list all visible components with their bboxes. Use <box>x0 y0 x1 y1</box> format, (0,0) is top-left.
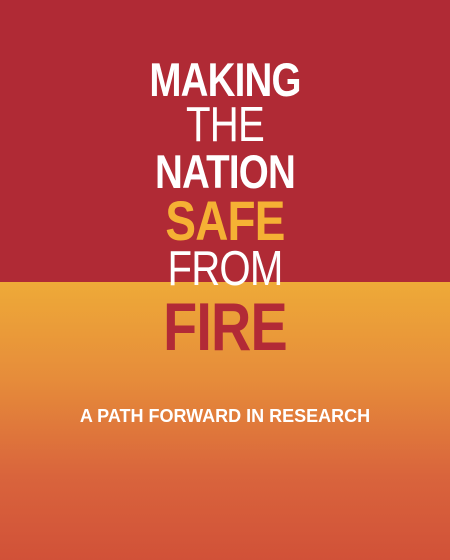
title-line-the: THE <box>186 98 265 152</box>
title-line-from: FROM <box>167 242 283 296</box>
title-line-making: MAKING <box>149 53 301 106</box>
title-line-safe: SAFE <box>165 189 285 252</box>
title-line-fire: FIRE <box>163 289 288 365</box>
book-cover: MAKING THE NATION SAFE FROM FIRE A PATH … <box>0 0 450 560</box>
cover-title: MAKING THE NATION SAFE FROM FIRE <box>0 53 450 365</box>
cover-subtitle: A PATH FORWARD IN RESEARCH <box>79 406 371 426</box>
title-line-nation: NATION <box>155 145 296 198</box>
